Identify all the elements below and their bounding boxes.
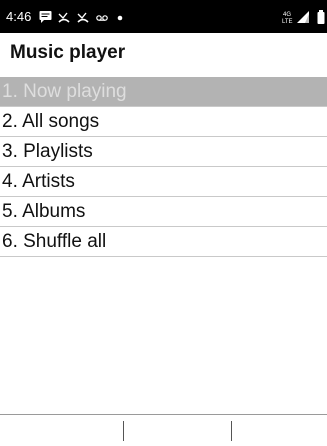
center-softkey[interactable] <box>124 415 231 446</box>
menu-item-playlists[interactable]: 3. Playlists <box>0 137 327 167</box>
battery-icon <box>317 10 325 24</box>
svg-text:LTE: LTE <box>282 19 293 25</box>
status-time: 4:46 <box>6 9 32 24</box>
menu-item-label: 6. Shuffle all <box>2 231 107 252</box>
softkey-bar <box>0 414 327 446</box>
menu-item-now-playing[interactable]: 1. Now playing <box>0 77 327 107</box>
svg-text:4G: 4G <box>283 12 291 18</box>
dot-icon <box>117 15 123 21</box>
page-title: Music player <box>10 42 126 63</box>
voicemail-icon <box>96 15 108 21</box>
app-header: Music player <box>0 33 327 74</box>
menu-item-label: 3. Playlists <box>2 141 93 162</box>
menu-item-shuffle-all[interactable]: 6. Shuffle all <box>0 227 327 257</box>
menu-item-label: 2. All songs <box>2 111 100 132</box>
menu-item-albums[interactable]: 5. Albums <box>0 197 327 227</box>
signal-icon <box>297 11 309 23</box>
menu-item-label: 4. Artists <box>2 171 75 192</box>
right-softkey[interactable] <box>232 415 327 446</box>
menu-list: 1. Now playing 2. All songs 3. Playlists… <box>0 77 327 257</box>
phone-screen: 4:46 4G LTE Music player 1. Now playing … <box>0 0 327 446</box>
menu-item-artists[interactable]: 4. Artists <box>0 167 327 197</box>
missed-call-icon <box>77 12 89 23</box>
status-bar: 4:46 4G LTE <box>0 0 327 33</box>
message-icon <box>39 11 52 23</box>
menu-item-label: 5. Albums <box>2 201 86 222</box>
menu-item-all-songs[interactable]: 2. All songs <box>0 107 327 137</box>
menu-item-label: 1. Now playing <box>2 81 127 102</box>
left-softkey[interactable] <box>0 415 123 446</box>
missed-call-icon <box>58 12 70 23</box>
lte-icon: 4G LTE <box>282 12 293 25</box>
